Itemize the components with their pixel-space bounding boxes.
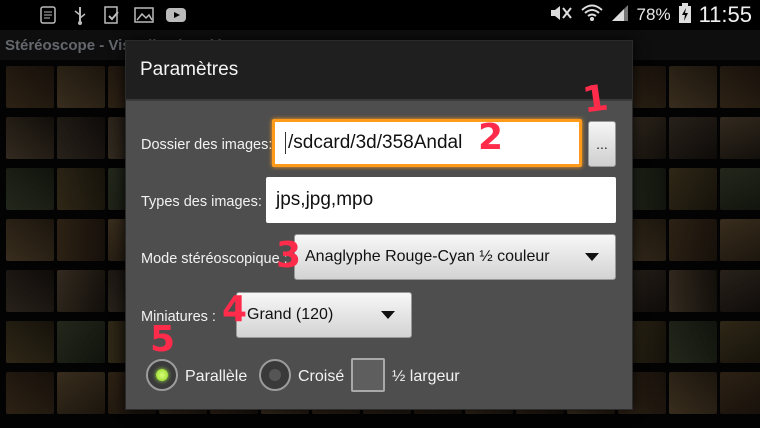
- half-width-checkbox[interactable]: [351, 358, 385, 392]
- clipboard-icon: [102, 5, 122, 25]
- notes-icon: [38, 5, 58, 25]
- annotation-1: 1: [580, 77, 611, 122]
- stereo-mode-value: Anaglyphe Rouge-Cyan ½ couleur: [305, 248, 550, 265]
- types-value: jps,jpg,mpo: [276, 189, 374, 210]
- crossed-radio[interactable]: [259, 359, 291, 391]
- signal-icon: [611, 4, 629, 27]
- types-label: Types des images:: [141, 194, 262, 210]
- chevron-down-icon: [381, 311, 395, 319]
- browse-button[interactable]: ...: [588, 121, 616, 167]
- folder-input[interactable]: /sdcard/3d/358Andal: [272, 119, 582, 167]
- mute-icon: [549, 4, 573, 27]
- types-input[interactable]: jps,jpg,mpo: [266, 177, 616, 223]
- stereo-mode-select[interactable]: Anaglyphe Rouge-Cyan ½ couleur: [294, 234, 616, 280]
- folder-label: Dossier des images:: [141, 137, 273, 153]
- text-cursor: [285, 132, 286, 154]
- thumbnails-select[interactable]: Grand (120): [236, 292, 412, 338]
- parallel-radio[interactable]: [146, 359, 178, 391]
- settings-dialog: Paramètres Dossier des images: /sdcard/3…: [125, 40, 633, 410]
- annotation-2: 2: [478, 117, 504, 158]
- thumbnails-value: Grand (120): [247, 306, 334, 323]
- battery-percent: 78%: [636, 5, 671, 24]
- notification-icons: [38, 5, 186, 25]
- battery-icon: [678, 2, 691, 28]
- stereo-mode-label: Mode stéréoscopique :: [141, 251, 288, 267]
- status-bar: 78% 11:55: [0, 0, 760, 30]
- usb-icon: [70, 5, 90, 25]
- half-width-label: ½ largeur: [392, 368, 460, 385]
- parallel-label: Parallèle: [185, 368, 248, 385]
- clock: 11:55: [698, 2, 752, 27]
- dialog-title: Paramètres: [126, 41, 632, 101]
- chevron-down-icon: [585, 253, 599, 261]
- crossed-label: Croisé: [298, 368, 345, 385]
- annotation-3: 3: [276, 235, 302, 276]
- youtube-icon: [166, 5, 186, 25]
- system-tray: 78% 11:55: [549, 2, 752, 28]
- folder-value: /sdcard/3d/358Andal: [288, 132, 463, 153]
- annotation-4: 4: [222, 289, 248, 330]
- wifi-icon: [580, 4, 603, 27]
- image-icon: [134, 5, 154, 25]
- annotation-5: 5: [150, 319, 176, 360]
- radio-dot: [156, 369, 168, 381]
- radio-dot: [269, 369, 281, 381]
